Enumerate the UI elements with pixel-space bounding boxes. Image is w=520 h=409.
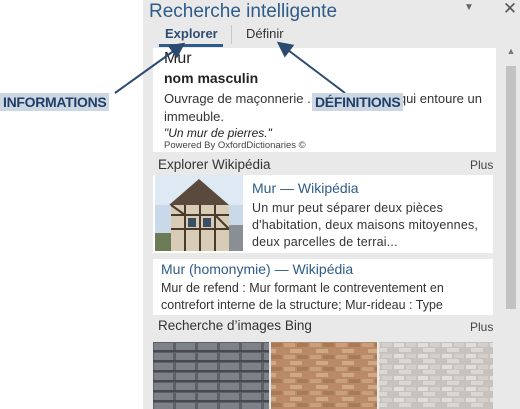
homonymie-result-title[interactable]: Mur (homonymie) — Wikipédia bbox=[161, 261, 353, 277]
tab-divider bbox=[231, 25, 232, 44]
wikipedia-thumbnail-image[interactable] bbox=[155, 175, 243, 251]
informations-annotation: INFORMATIONS bbox=[0, 93, 110, 111]
active-tab-indicator bbox=[159, 44, 223, 47]
wikipedia-result-snippet: Un mur peut séparer deux pièces d'habita… bbox=[252, 201, 479, 249]
vertical-scrollbar[interactable]: ▲ bbox=[502, 26, 520, 409]
smart-lookup-pane: Recherche intelligente ▼ ✕ Explorer Défi… bbox=[143, 0, 520, 409]
scrollbar-thumb[interactable] bbox=[506, 66, 516, 309]
homonymie-result-snippet: Mur de refend : Mur formant le contreven… bbox=[161, 281, 444, 312]
bing-image-strip bbox=[153, 342, 493, 409]
bing-section-heading: Recherche d’images Bing bbox=[158, 318, 312, 333]
definitions-annotation: DÉFINITIONS bbox=[312, 93, 404, 111]
definition-example: "Un mur de pierres." bbox=[164, 126, 272, 140]
wikipedia-more-link[interactable]: Plus bbox=[470, 158, 493, 172]
tab-explorer[interactable]: Explorer bbox=[165, 26, 218, 41]
wikipedia-section-heading: Explorer Wikipédia bbox=[158, 157, 271, 172]
wikipedia-result-card[interactable]: Mur — Wikipédia Un mur peut séparer deux… bbox=[153, 175, 493, 253]
powered-by-label: Powered By OxfordDictionaries © bbox=[164, 140, 306, 151]
chevron-down-icon[interactable]: ▼ bbox=[463, 3, 475, 13]
definition-part-of-speech: nom masculin bbox=[164, 70, 259, 86]
bing-more-link[interactable]: Plus bbox=[470, 320, 493, 334]
wikipedia-result-title[interactable]: Mur — Wikipédia bbox=[252, 180, 359, 196]
definition-word: Mur bbox=[164, 50, 192, 67]
bing-image-2 bbox=[271, 342, 377, 409]
bing-image-thumbnails[interactable] bbox=[153, 342, 493, 409]
scroll-up-icon[interactable]: ▲ bbox=[502, 44, 520, 58]
bing-image-3 bbox=[379, 342, 493, 409]
pane-title: Recherche intelligente bbox=[149, 1, 338, 22]
tab-definir[interactable]: Définir bbox=[246, 26, 284, 41]
close-icon[interactable]: ✕ bbox=[501, 0, 519, 18]
bing-image-1 bbox=[153, 342, 269, 409]
wikipedia-homonymie-card[interactable]: Mur (homonymie) — Wikipédia Mur de refen… bbox=[153, 259, 493, 315]
